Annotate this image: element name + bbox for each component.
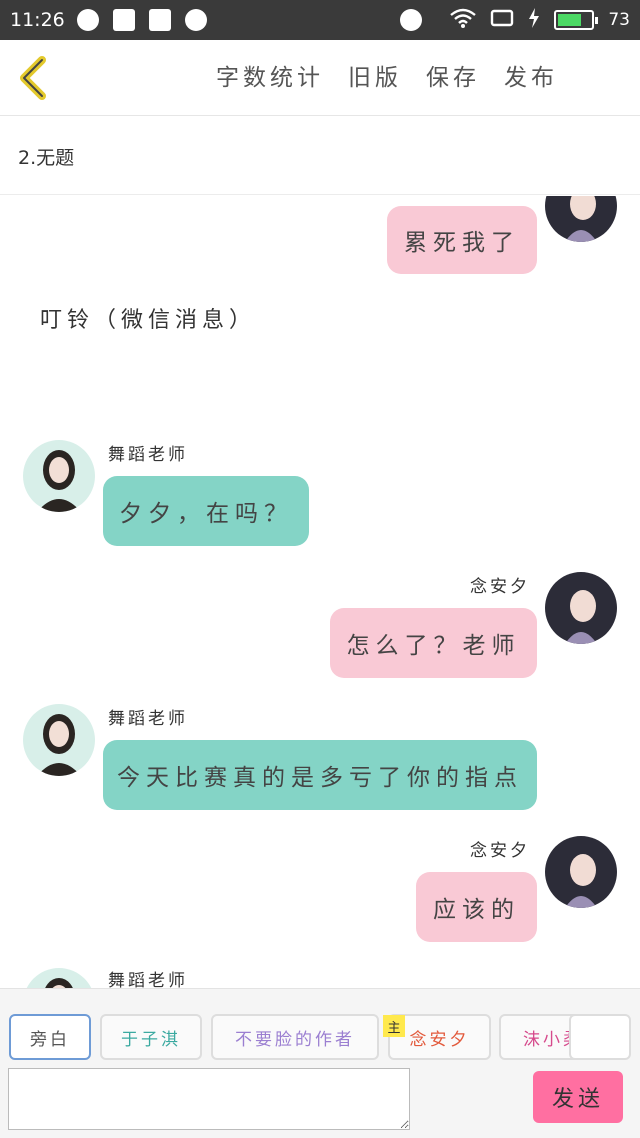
send-button[interactable]: 发送 — [533, 1071, 623, 1123]
message-bubble: 应该的 — [416, 872, 537, 942]
battery-percent: 73 — [608, 10, 630, 30]
sender-name: 舞蹈老师 — [108, 445, 188, 465]
chat-area[interactable]: 累死我了 叮铃（微信消息） 舞蹈老师 夕夕，在吗？ 念安夕 怎么了？老师 舞蹈老… — [0, 196, 640, 988]
status-time: 11:26 — [10, 9, 65, 31]
word-count-button[interactable]: 字数统计 — [216, 58, 324, 92]
back-button[interactable] — [14, 54, 54, 102]
message-bubble: 今天比赛真的是多亏了你的指点 — [103, 740, 537, 810]
avatar-left — [23, 704, 95, 776]
status-bar: 11:26 73 — [0, 0, 640, 40]
avatar-right — [545, 836, 617, 908]
sender-name: 念安夕 — [470, 841, 530, 861]
avatar-right — [545, 572, 617, 644]
chevron-left-icon — [20, 56, 46, 100]
message-bubble: 夕夕，在吗？ — [103, 476, 309, 546]
avatar-left — [23, 440, 95, 512]
add-character-button[interactable] — [569, 1014, 631, 1060]
save-button[interactable]: 保存 — [426, 58, 480, 92]
avatar-left — [23, 968, 95, 988]
avatar-right — [545, 196, 617, 242]
composer-bar: 旁白 于子淇 不要脸的作者 念安夕 主 沫小柔 发送 — [0, 988, 640, 1138]
top-nav: 字数统计 旧版 保存 发布 — [0, 40, 640, 116]
notification-icon — [76, 9, 99, 31]
battery-icon — [554, 10, 599, 30]
old-version-button[interactable]: 旧版 — [348, 58, 402, 92]
narration-text: 叮铃（微信消息） — [40, 308, 257, 333]
image-icon — [148, 9, 171, 31]
upload-icon — [112, 9, 135, 31]
sender-name: 念安夕 — [470, 577, 530, 597]
charging-icon — [528, 7, 540, 33]
screen-rotation-icon — [490, 8, 514, 33]
message-bubble: 怎么了？老师 — [330, 608, 537, 678]
wifi-icon — [450, 8, 477, 33]
character-chip[interactable]: 旁白 — [9, 1014, 91, 1060]
message-bubble: 累死我了 — [387, 206, 537, 274]
sender-name: 舞蹈老师 — [108, 709, 188, 729]
character-chip[interactable]: 不要脸的作者 — [211, 1014, 379, 1060]
chapter-title[interactable]: 2.无题 — [0, 117, 640, 195]
host-badge: 主 — [383, 1015, 405, 1037]
message-input[interactable] — [8, 1068, 410, 1130]
publish-button[interactable]: 发布 — [504, 58, 558, 92]
alarm-icon — [400, 9, 423, 31]
character-chip[interactable]: 于子淇 — [100, 1014, 202, 1060]
sender-name: 舞蹈老师 — [108, 971, 188, 988]
pause-icon — [184, 9, 207, 31]
